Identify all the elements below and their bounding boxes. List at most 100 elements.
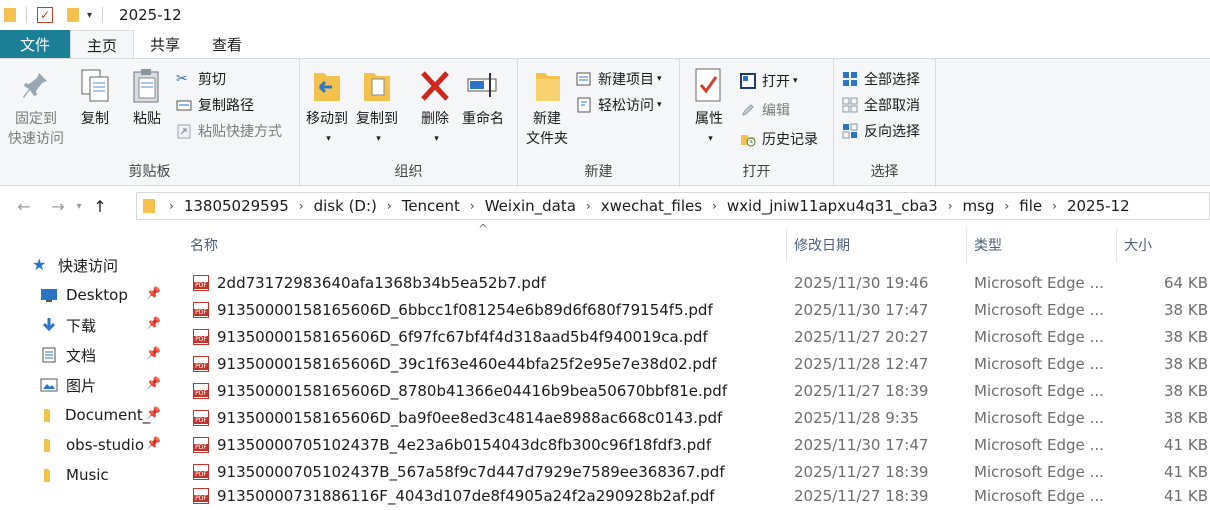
folder-icon [4, 8, 16, 22]
file-row[interactable]: 91350000705102437B_4e23a6b0154043dc8fb30… [190, 432, 1210, 459]
copy-to-dropdown-icon: ▾ [376, 134, 381, 144]
open-button[interactable]: 打开 ▾ [740, 69, 798, 93]
tab-view[interactable]: 查看 [196, 30, 258, 59]
picture-icon [40, 377, 58, 393]
file-row[interactable]: 91350000158165606D_39c1f63e460e44bfa25f2… [190, 351, 1210, 378]
invert-selection-button[interactable]: 反向选择 [842, 119, 920, 143]
new-item-dropdown-icon: ▾ [657, 74, 662, 84]
file-row[interactable]: 91350000158165606D_8780b41366e04416b9bea… [190, 378, 1210, 405]
file-row[interactable]: 2dd73172983640afa1368b34b5ea52b7.pdf 202… [190, 270, 1210, 297]
select-none-button[interactable]: 全部取消 [842, 93, 920, 117]
chevron-right-icon[interactable]: › [295, 199, 308, 213]
recent-locations-dropdown-icon[interactable]: ▾ [72, 201, 86, 212]
copy-path-button[interactable]: 复制路径 [176, 93, 254, 117]
sidebar-item-music[interactable]: Music [40, 460, 170, 490]
copy-to-label: 复制到 [356, 111, 398, 127]
history-button[interactable]: 历史记录 [740, 127, 818, 151]
pin-quick-access-button[interactable]: 固定到 快速访问 [8, 67, 64, 149]
file-date: 2025/11/27 18:39 [794, 463, 929, 481]
new-folder-button[interactable]: 新建 文件夹 [526, 67, 568, 149]
file-name: 91350000705102437B_567a58f9c7d447d7929e7… [217, 463, 725, 481]
copy-button[interactable]: 复制 [78, 67, 112, 129]
breadcrumb-item[interactable]: msg [957, 197, 1001, 215]
copy-to-button[interactable]: 复制到 ▾ [356, 67, 398, 149]
select-all-button[interactable]: 全部选择 [842, 67, 920, 91]
breadcrumb-item[interactable]: Weixin_data [479, 197, 582, 215]
folder-icon [40, 467, 58, 483]
breadcrumb-item[interactable]: wxid_jniw11apxu4q31_cba3 [721, 197, 944, 215]
properties-button[interactable]: 属性 ▾ [692, 67, 726, 149]
file-type: Microsoft Edge ... [974, 355, 1104, 373]
cut-button[interactable]: ✂ 剪切 [176, 67, 226, 91]
rename-button[interactable]: 重命名 [462, 67, 504, 129]
chevron-right-icon[interactable]: › [944, 199, 957, 213]
address-bar[interactable]: › 13805029595 › disk (D:) › Tencent › We… [136, 192, 1210, 220]
chevron-right-icon[interactable]: › [383, 199, 396, 213]
move-to-button[interactable]: 移动到 ▾ [306, 67, 348, 149]
file-row[interactable]: 91350000158165606D_6f97fc67bf4f4d318aad5… [190, 324, 1210, 351]
file-size: 38 KB [1164, 328, 1208, 346]
file-name: 91350000158165606D_6f97fc67bf4f4d318aad5… [217, 328, 708, 346]
file-date: 2025/11/27 20:27 [794, 328, 929, 346]
chevron-right-icon[interactable]: › [1048, 199, 1061, 213]
file-row[interactable]: 91350000158165606D_6bbcc1f081254e6b89d6f… [190, 297, 1210, 324]
file-row[interactable]: 91350000731886116F_4043d107de8f4905a24f2… [190, 483, 1210, 510]
breadcrumb-item[interactable]: Tencent [396, 197, 466, 215]
file-row[interactable]: 91350000158165606D_ba9f0ee8ed3c4814ae898… [190, 405, 1210, 432]
column-header-type[interactable]: 类型 [974, 228, 1114, 262]
chevron-right-icon[interactable]: › [1000, 199, 1013, 213]
file-type: Microsoft Edge ... [974, 382, 1104, 400]
easy-access-button[interactable]: 轻松访问 ▾ [576, 93, 662, 117]
column-divider[interactable] [966, 228, 967, 262]
forward-arrow-icon[interactable]: → [44, 197, 72, 216]
back-arrow-icon[interactable]: ← [10, 197, 38, 216]
properties-quick-icon[interactable]: ✓ [37, 7, 53, 23]
pin-icon[interactable]: 📌 [146, 346, 161, 360]
pin-icon[interactable]: 📌 [146, 406, 161, 420]
new-item-button[interactable]: 新建项目 ▾ [576, 67, 662, 91]
easy-access-label: 轻松访问 [598, 98, 654, 114]
column-divider[interactable] [1116, 228, 1117, 262]
new-folder-quick-icon[interactable] [67, 8, 79, 22]
column-header-date[interactable]: 修改日期 [794, 228, 964, 262]
file-row[interactable]: 91350000705102437B_567a58f9c7d447d7929e7… [190, 459, 1210, 486]
pin-icon [19, 67, 53, 105]
column-header-size-label: 大小 [1124, 238, 1152, 254]
customize-toolbar-dropdown-icon[interactable]: ▾ [87, 10, 92, 21]
sidebar-item-quick-access[interactable]: ★ 快速访问 [32, 250, 162, 280]
pin-label-2: 快速访问 [8, 131, 64, 147]
column-header-name-label: 名称 [190, 238, 218, 254]
tab-share[interactable]: 共享 [134, 30, 196, 59]
sidebar-item-label: obs-studio [66, 436, 144, 454]
tab-file[interactable]: 文件 [0, 30, 70, 59]
up-arrow-icon[interactable]: ↑ [86, 197, 114, 216]
breadcrumb-item[interactable]: 13805029595 [178, 197, 295, 215]
pin-icon[interactable]: 📌 [146, 286, 161, 300]
column-divider[interactable] [786, 228, 787, 262]
breadcrumb-item[interactable]: xwechat_files [595, 197, 708, 215]
column-header-name[interactable]: 名称 [190, 228, 786, 262]
file-name: 91350000731886116F_4043d107de8f4905a24f2… [217, 487, 715, 505]
move-to-dropdown-icon: ▾ [326, 134, 331, 144]
folder-icon [40, 437, 58, 453]
file-date: 2025/11/28 12:47 [794, 355, 929, 373]
file-name: 91350000158165606D_6bbcc1f081254e6b89d6f… [217, 301, 713, 319]
chevron-right-icon[interactable]: › [582, 199, 595, 213]
paste-button[interactable]: 粘贴 [130, 67, 164, 129]
column-header-size[interactable]: 大小 [1124, 228, 1204, 262]
chevron-right-icon[interactable]: › [466, 199, 479, 213]
breadcrumb-item[interactable]: file [1013, 197, 1048, 215]
tab-home[interactable]: 主页 [70, 30, 135, 59]
file-type: Microsoft Edge ... [974, 409, 1104, 427]
pin-icon[interactable]: 📌 [146, 376, 161, 390]
delete-button[interactable]: 删除 ▾ [418, 67, 452, 149]
paste-shortcut-button[interactable]: 粘贴快捷方式 [176, 119, 282, 143]
breadcrumb-item[interactable]: 2025-12 [1061, 197, 1136, 215]
breadcrumb-item[interactable]: disk (D:) [308, 197, 383, 215]
pin-icon[interactable]: 📌 [146, 436, 161, 450]
chevron-right-icon[interactable]: › [708, 199, 721, 213]
edit-button[interactable]: 编辑 [740, 98, 790, 122]
edit-pencil-icon [740, 102, 756, 118]
chevron-right-icon[interactable]: › [165, 199, 178, 213]
pin-icon[interactable]: 📌 [146, 316, 161, 330]
